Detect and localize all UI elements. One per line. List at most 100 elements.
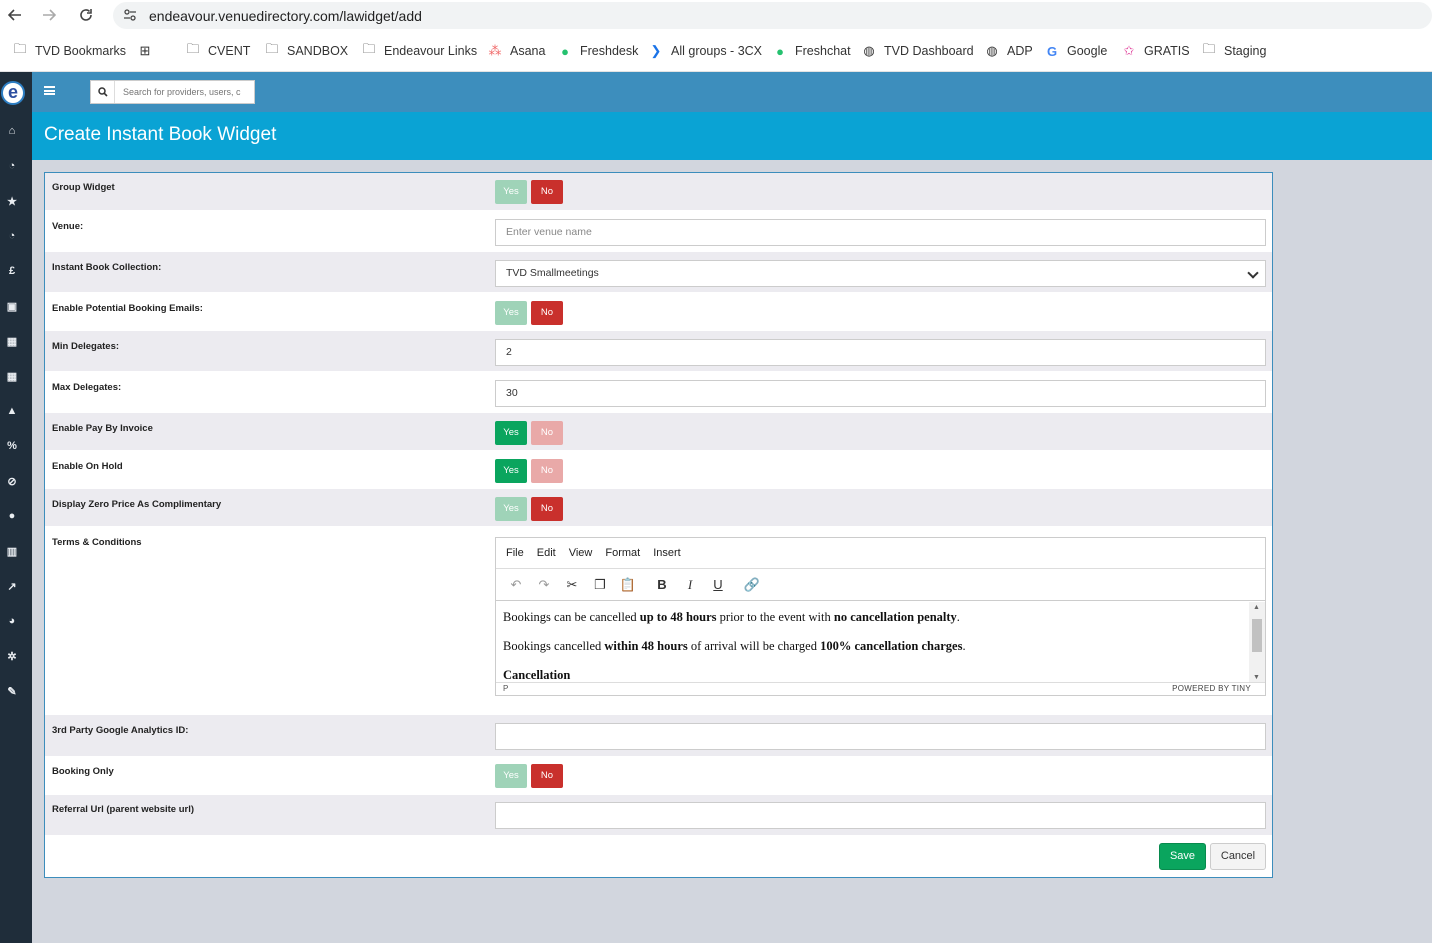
redo-icon[interactable]: ↷ xyxy=(534,575,554,595)
bookmark-apps[interactable]: ⊞ xyxy=(137,43,160,59)
zero-price-no-button[interactable]: No xyxy=(531,497,563,521)
editor-menu-edit[interactable]: Edit xyxy=(537,547,556,559)
pie-chart-icon[interactable]: ◕ xyxy=(5,614,19,628)
bookmark-endeavour-links[interactable]: 🗀 Endeavour Links xyxy=(361,41,477,59)
ga-input[interactable] xyxy=(495,723,1266,750)
reload-icon[interactable] xyxy=(74,3,98,27)
zero-price-yes-button[interactable]: Yes xyxy=(495,497,527,521)
link-icon[interactable]: 🔗 xyxy=(742,575,762,595)
scroll-down-icon[interactable]: ▼ xyxy=(1253,674,1260,681)
bookmark-asana[interactable]: ⁂ Asana xyxy=(487,43,546,59)
forward-icon[interactable] xyxy=(37,3,61,27)
max-delegates-input[interactable]: 30 xyxy=(495,380,1266,407)
dashboard-icon[interactable]: ◔ xyxy=(5,159,19,173)
app-logo[interactable]: e xyxy=(1,81,25,105)
editor-menu-format[interactable]: Format xyxy=(605,547,640,559)
site-settings-icon[interactable] xyxy=(123,8,137,22)
min-delegates-label: Min Delegates: xyxy=(52,341,120,352)
terms-label: Terms & Conditions xyxy=(52,537,142,548)
potential-emails-yes-button[interactable]: Yes xyxy=(495,301,527,325)
booking-only-row: Booking Only Yes No xyxy=(45,757,1272,795)
ga-row: 3rd Party Google Analytics ID: xyxy=(45,715,1272,757)
global-search xyxy=(90,80,255,104)
user-icon[interactable]: ● xyxy=(5,509,19,523)
editor-toolbar: ↶ ↷ ✂ ❐ 📋 B I U 🔗 xyxy=(496,569,1265,601)
max-delegates-label: Max Delegates: xyxy=(52,382,122,393)
star-icon: ✩ xyxy=(1123,43,1135,58)
collection-select[interactable]: TVD Smallmeetings xyxy=(495,260,1266,287)
scroll-up-icon[interactable]: ▲ xyxy=(1253,604,1260,611)
cut-icon[interactable]: ✂ xyxy=(562,575,582,595)
line-chart-icon[interactable]: ↗ xyxy=(5,579,19,593)
bookmark-cvent[interactable]: 🗀 CVENT xyxy=(185,41,250,59)
bar-chart-icon[interactable]: ▥ xyxy=(5,544,19,558)
calendar-icon[interactable]: ▣ xyxy=(5,299,19,313)
cancel-button[interactable]: Cancel xyxy=(1210,843,1266,870)
globe-icon: ◍ xyxy=(863,43,875,58)
element-path: P xyxy=(503,684,509,693)
bookmark-freshdesk[interactable]: ● Freshdesk xyxy=(557,43,638,59)
potential-emails-toggle: Yes No xyxy=(495,301,567,325)
pay-invoice-yes-button[interactable]: Yes xyxy=(495,421,527,445)
pencil-icon[interactable]: ✎ xyxy=(5,684,19,698)
search-icon[interactable] xyxy=(91,81,115,103)
venue-input[interactable]: Enter venue name xyxy=(495,219,1266,246)
address-bar[interactable]: endeavour.venuedirectory.com/lawidget/ad… xyxy=(113,2,1432,29)
potential-emails-label: Enable Potential Booking Emails: xyxy=(52,303,203,314)
copy-icon[interactable]: ❐ xyxy=(590,575,610,595)
pay-invoice-no-button[interactable]: No xyxy=(531,421,563,445)
collection-label: Instant Book Collection: xyxy=(52,262,162,273)
back-icon[interactable] xyxy=(3,3,27,27)
ga-label: 3rd Party Google Analytics ID: xyxy=(52,725,189,736)
calendar-alt-icon[interactable]: ▦ xyxy=(5,369,19,383)
undo-icon[interactable]: ↶ xyxy=(506,575,526,595)
min-delegates-row: Min Delegates: 2 xyxy=(45,331,1272,372)
editor-menu-insert[interactable]: Insert xyxy=(653,547,681,559)
bookmark-adp[interactable]: ◍ ADP xyxy=(984,43,1032,59)
editor-menu-file[interactable]: File xyxy=(506,547,524,559)
italic-icon[interactable]: I xyxy=(680,575,700,595)
editor-menu-view[interactable]: View xyxy=(569,547,593,559)
warning-icon[interactable]: ▲ xyxy=(5,404,19,418)
bookmark-3cx[interactable]: ❯ All groups - 3CX xyxy=(648,43,762,59)
underline-icon[interactable]: U xyxy=(708,575,728,595)
on-hold-yes-button[interactable]: Yes xyxy=(495,459,527,483)
folder-icon: 🗀 xyxy=(265,41,279,56)
menu-toggle-icon[interactable] xyxy=(44,86,55,95)
bookmark-gratis[interactable]: ✩ GRATIS xyxy=(1121,43,1190,59)
save-button[interactable]: Save xyxy=(1159,843,1206,870)
booking-only-yes-button[interactable]: Yes xyxy=(495,764,527,788)
booking-only-no-button[interactable]: No xyxy=(531,764,563,788)
editor-scrollbar[interactable]: ▲ ▼ xyxy=(1249,602,1265,683)
percent-icon[interactable]: % xyxy=(5,439,19,453)
editor-content[interactable]: Bookings can be cancelled up to 48 hours… xyxy=(496,602,1265,683)
on-hold-no-button[interactable]: No xyxy=(531,459,563,483)
search-input[interactable] xyxy=(115,82,253,102)
referral-input[interactable] xyxy=(495,802,1266,829)
group-widget-yes-button[interactable]: Yes xyxy=(495,180,527,204)
group-widget-row: Group Widget Yes No xyxy=(45,173,1272,211)
cogs-icon[interactable]: ✲ xyxy=(5,649,19,663)
ban-icon[interactable]: ⊘ xyxy=(5,474,19,488)
min-delegates-input[interactable]: 2 xyxy=(495,339,1266,366)
terms-heading: Cancellation xyxy=(503,668,571,682)
star-icon[interactable]: ★ xyxy=(5,194,19,208)
group-widget-no-button[interactable]: No xyxy=(531,180,563,204)
gauge-icon[interactable]: ◔ xyxy=(5,229,19,243)
bookmark-tvd-bookmarks[interactable]: 🗀 TVD Bookmarks xyxy=(12,41,126,59)
bookmark-google[interactable]: G Google xyxy=(1044,43,1107,59)
potential-emails-no-button[interactable]: No xyxy=(531,301,563,325)
home-icon[interactable]: ⌂ xyxy=(5,124,19,138)
powered-by-tiny[interactable]: POWERED BY TINY xyxy=(1172,683,1251,695)
bookmark-freshchat[interactable]: ● Freshchat xyxy=(772,43,851,59)
max-delegates-row: Max Delegates: 30 xyxy=(45,372,1272,413)
potential-emails-row: Enable Potential Booking Emails: Yes No xyxy=(45,293,1272,331)
pound-icon[interactable]: £ xyxy=(5,264,19,278)
bookmark-staging[interactable]: 🗀 Staging xyxy=(1201,41,1266,59)
bold-icon[interactable]: B xyxy=(652,575,672,595)
bookmark-tvd-dashboard[interactable]: ◍ TVD Dashboard xyxy=(861,43,973,59)
scrollbar-thumb[interactable] xyxy=(1252,619,1262,652)
calendar-grid-icon[interactable]: ▦ xyxy=(5,334,19,348)
bookmark-sandbox[interactable]: 🗀 SANDBOX xyxy=(264,41,348,59)
paste-icon[interactable]: 📋 xyxy=(618,575,638,595)
